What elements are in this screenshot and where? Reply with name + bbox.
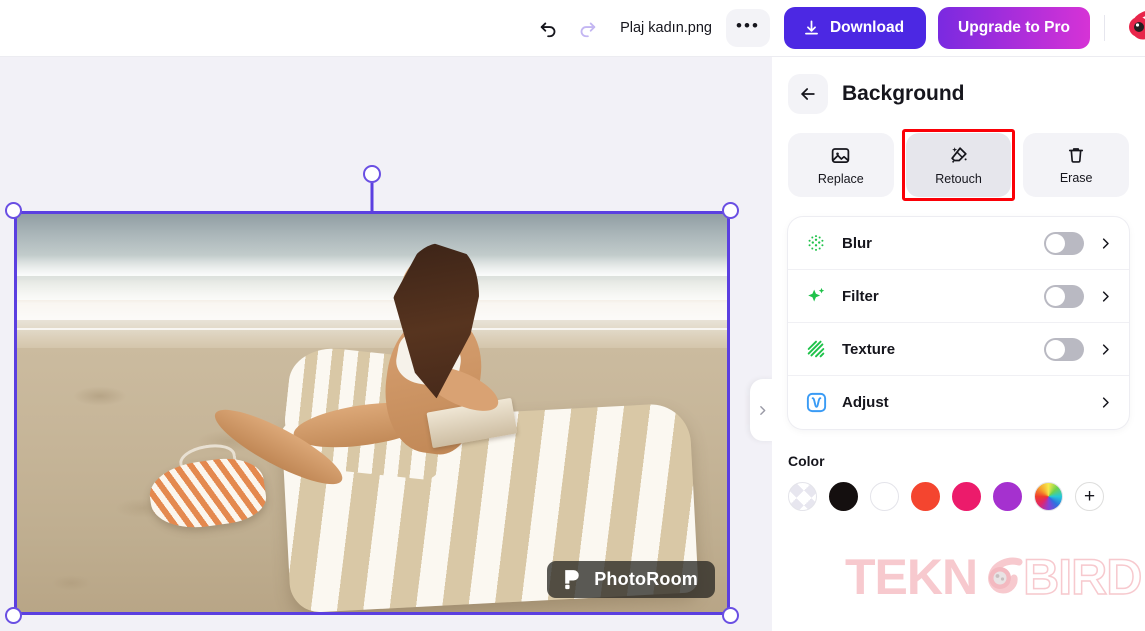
redo-button[interactable]: [568, 9, 606, 47]
filter-label: Filter: [842, 287, 879, 305]
adjust-chevron-icon[interactable]: [1098, 395, 1113, 410]
row-texture[interactable]: Texture: [788, 323, 1129, 376]
retouch-label: Retouch: [935, 172, 982, 186]
background-action-row: Replace Retouch Erase: [788, 129, 1130, 201]
teknobird-corner-logo: [1117, 5, 1145, 51]
texture-stripes-icon: [803, 336, 829, 362]
editor-canvas[interactable]: PhotoRoom: [0, 57, 772, 631]
resize-handle-bottom-left[interactable]: [5, 607, 22, 624]
photoroom-watermark-text: PhotoRoom: [594, 569, 698, 589]
blur-dots-glyph: [808, 235, 824, 251]
teknobird-eye-logo-icon: [1129, 11, 1145, 40]
row-blur[interactable]: Blur: [788, 217, 1129, 270]
trash-icon: [1069, 148, 1084, 163]
undo-button[interactable]: [530, 9, 568, 47]
color-swatch-row: +: [788, 482, 1129, 511]
resize-handle-top-right[interactable]: [722, 202, 739, 219]
photo-wave-layer: [14, 255, 730, 276]
replace-label: Replace: [817, 171, 864, 186]
rotate-handle[interactable]: [363, 165, 381, 183]
adjust-curve-icon: [803, 390, 829, 416]
upgrade-to-pro-button[interactable]: Upgrade to Pro: [938, 7, 1090, 49]
row-filter[interactable]: Filter: [788, 270, 1129, 323]
download-label: Download: [829, 19, 905, 36]
color-section-label: Color: [788, 453, 825, 469]
replace-background-button[interactable]: Replace: [788, 133, 894, 197]
undo-arrow-icon: [540, 22, 556, 38]
panel-header: Background: [788, 73, 1129, 115]
file-name-label: Plaj kadın.png: [620, 20, 712, 36]
texture-label: Texture: [842, 340, 896, 358]
texture-chevron-icon[interactable]: [1098, 342, 1113, 357]
adjust-curve-glyph: [806, 392, 826, 413]
photo-foam-line: [14, 328, 730, 331]
add-color-button[interactable]: +: [1075, 482, 1104, 511]
swatch-rainbow-picker[interactable]: [1034, 482, 1063, 511]
erase-background-button[interactable]: Erase: [1023, 133, 1130, 197]
row-adjust[interactable]: Adjust: [788, 376, 1129, 429]
swatch-pink[interactable]: [952, 482, 981, 511]
photoroom-watermark: PhotoRoom: [547, 561, 715, 598]
blur-label: Blur: [842, 234, 872, 252]
arrow-left-icon: [801, 88, 815, 100]
photoroom-editor: Plaj kadın.png ••• Download Upgrade to P…: [0, 0, 1145, 631]
image-icon: [832, 147, 850, 163]
beach-photo: PhotoRoom: [14, 211, 730, 615]
swatch-red[interactable]: [911, 482, 940, 511]
blur-dots-icon: [803, 230, 829, 256]
retouch-background-button[interactable]: Retouch: [901, 129, 1016, 201]
more-options-button[interactable]: •••: [725, 9, 770, 47]
resize-handle-top-left[interactable]: [5, 202, 22, 219]
swatch-purple[interactable]: [993, 482, 1022, 511]
swatch-transparent[interactable]: [788, 482, 817, 511]
blur-chevron-icon[interactable]: [1098, 236, 1113, 251]
redo-arrow-icon: [580, 22, 596, 38]
rotation-stem: [370, 183, 374, 211]
sparkle-glyph: [808, 287, 825, 302]
sparkle-icon: [803, 283, 829, 309]
chevron-right-icon: [760, 405, 766, 415]
swatch-white[interactable]: [870, 482, 899, 511]
filter-chevron-icon[interactable]: [1098, 289, 1113, 304]
adjust-label: Adjust: [842, 394, 889, 411]
background-effects-card: Blur Filter Texture Adjust: [788, 217, 1129, 429]
retouch-eraser-icon: [950, 147, 967, 163]
filter-toggle-knob: [1046, 286, 1065, 306]
swatch-black[interactable]: [829, 482, 858, 511]
toolbar-divider: [1104, 15, 1105, 41]
erase-label: Erase: [1059, 171, 1093, 185]
resize-handle-bottom-right[interactable]: [722, 607, 739, 624]
panel-back-button[interactable]: [788, 74, 828, 114]
texture-toggle-knob: [1046, 339, 1065, 359]
download-button[interactable]: Download: [783, 7, 927, 49]
photoroom-logo-icon: [565, 570, 579, 590]
texture-stripes-glyph: [807, 340, 825, 358]
panel-title: Background: [842, 82, 965, 105]
selected-image-object[interactable]: PhotoRoom: [5, 165, 739, 624]
filter-toggle[interactable]: [1044, 284, 1084, 308]
upgrade-label: Upgrade to Pro: [958, 19, 1070, 36]
more-dots-icon: •••: [736, 15, 760, 35]
texture-toggle[interactable]: [1044, 337, 1084, 361]
download-icon: [805, 20, 818, 35]
top-toolbar: Plaj kadın.png ••• Download Upgrade to P…: [0, 0, 1145, 57]
add-color-label: +: [1083, 486, 1096, 507]
background-panel: Background Replace Retouch Erase Blur Fi…: [772, 57, 1145, 631]
blur-toggle-knob: [1046, 233, 1065, 253]
blur-toggle[interactable]: [1044, 231, 1084, 255]
